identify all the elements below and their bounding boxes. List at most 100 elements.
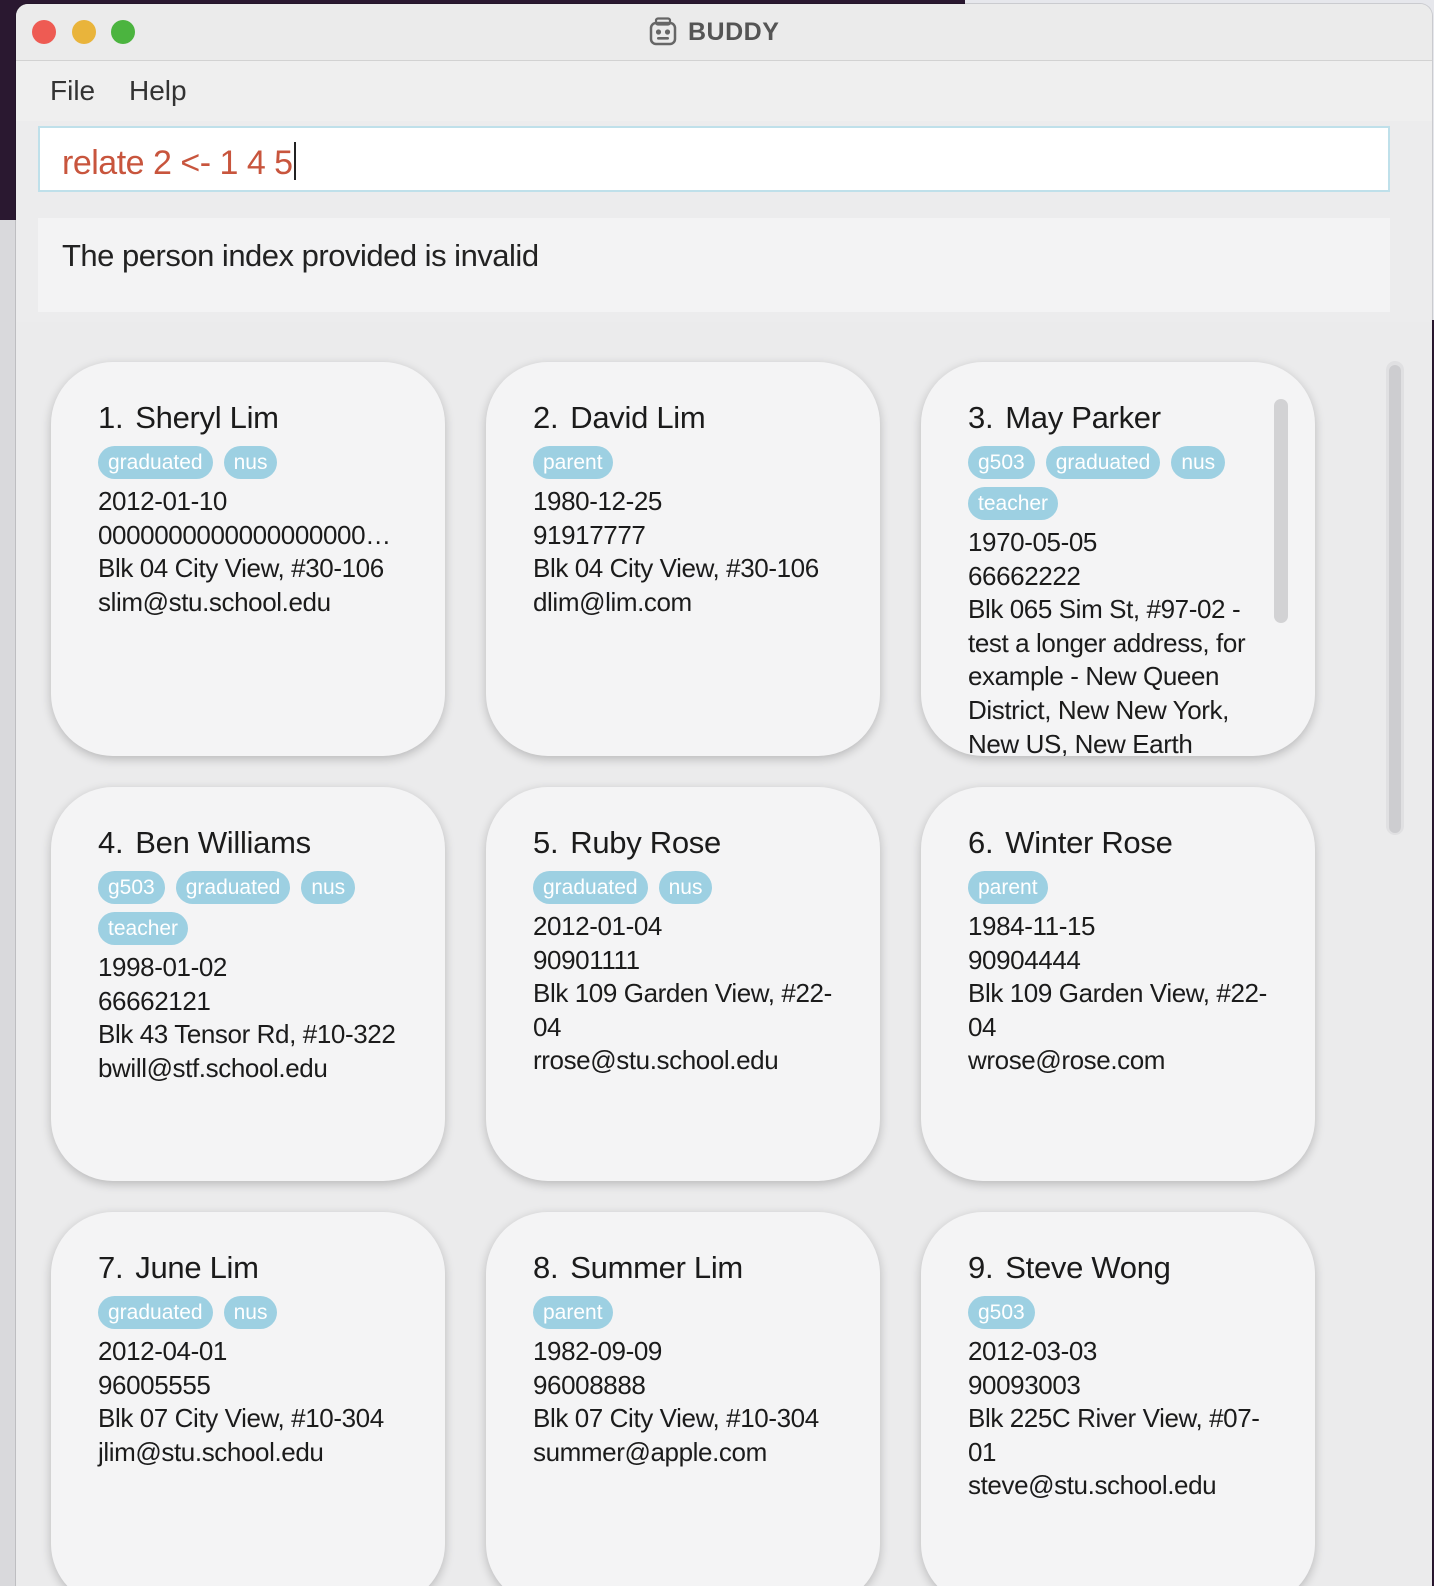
tag-badge: parent [533,446,613,479]
tag-list: graduated nus [533,871,829,904]
email-field: dlim@lim.com [533,586,692,617]
menu-bar: File Help [16,61,1432,121]
address-field: Blk 04 City View, #30-106 [533,553,819,584]
tag-badge: teacher [968,487,1059,520]
person-index: 2. [533,400,559,435]
tag-badge: graduated [533,871,648,904]
person-card[interactable]: 8. Summer Lim parent 1982-09-09 96008888 Blk … [486,1212,880,1586]
person-name: 6. Winter Rose [968,825,1275,861]
birthday-field: 2012-01-04 [533,911,662,941]
email-field: steve@stu.school.edu [968,1470,1217,1501]
close-window-button[interactable] [32,20,56,44]
tag-badge: parent [968,871,1048,904]
person-card[interactable]: 4. Ben Williams g503 graduated nus teacher 199… [51,787,445,1181]
tag-badge: nus [658,871,713,904]
person-index: 6. [968,825,994,860]
app-name: BUDDY [688,17,780,46]
title-bar: BUDDY [16,4,1432,61]
person-index: 8. [533,1250,559,1285]
person-name-text: June Lim [135,1250,259,1285]
phone-field: 96008888 [533,1369,646,1400]
tag-list: g503 [968,1296,1264,1329]
address-field: Blk 43 Tensor Rd, #10-322 [98,1019,396,1050]
tag-badge: parent [533,1296,613,1329]
tag-list: g503 graduated nus teacher [968,446,1264,520]
command-input[interactable]: relate 2 <- 1 4 5 [38,126,1390,192]
address-field: Blk 04 City View, #30-106 [98,553,384,584]
tag-badge: graduated [98,1296,213,1329]
person-index: 9. [968,1250,994,1285]
tag-badge: graduated [98,446,213,479]
person-index: 7. [98,1250,124,1285]
text-caret [293,142,296,180]
person-name: 2. David Lim [533,400,840,436]
zoom-window-button[interactable] [111,20,135,44]
birthday-field: 1970-05-05 [968,527,1097,557]
address-field: Blk 109 Garden View, #22-04 [533,978,832,1042]
person-name: 4. Ben Williams [98,825,405,861]
tag-badge: graduated [1045,446,1161,479]
person-name: 3. May Parker [968,400,1275,436]
address-field: Blk 225C River View, #07-01 [968,1403,1260,1467]
address-field: Blk 109 Garden View, #22-04 [968,978,1267,1042]
phone-field: 91917777 [533,519,646,550]
tag-list: g503 graduated nus teacher [98,871,394,945]
person-name-text: Summer Lim [570,1250,743,1285]
person-card[interactable]: 9. Steve Wong g503 2012-03-03 90093003 Blk 22… [921,1212,1315,1586]
card-scrollbar[interactable] [1274,399,1288,623]
email-field: wrose@rose.com [968,1045,1166,1076]
person-index: 4. [98,825,124,860]
birthday-field: 2012-03-03 [968,1336,1097,1366]
tag-list: parent [968,871,1264,904]
address-field: Blk 07 City View, #10-304 [98,1403,384,1434]
list-scrollbar-thumb[interactable] [1389,365,1401,833]
email-field: summer@apple.com [533,1436,767,1467]
birthday-field: 2012-04-01 [98,1336,227,1366]
person-card[interactable]: 3. May Parker g503 graduated nus teacher 1970-… [921,362,1315,756]
birthday-field: 2012-01-10 [98,486,227,516]
tag-badge: g503 [968,446,1035,479]
tag-list: parent [533,446,829,479]
desktop-background-left [0,220,16,1586]
phone-field: 000000000000000000000000000000 [98,519,400,550]
person-index: 5. [533,825,559,860]
tag-badge: g503 [98,871,165,904]
email-field: rrose@stu.school.edu [533,1045,779,1076]
birthday-field: 1980-12-25 [533,486,662,516]
phone-field: 90904444 [968,944,1081,975]
address-field: Blk 065 Sim St, #97-02 - test a longer a… [968,594,1246,756]
person-card[interactable]: 6. Winter Rose parent 1984-11-15 90904444 Blk… [921,787,1315,1181]
tag-badge: nus [223,446,278,479]
menu-help[interactable]: Help [129,75,187,107]
person-name-text: Winter Rose [1005,825,1173,860]
window-title: BUDDY [648,15,779,49]
buddy-app-icon [649,17,677,46]
person-name: 5. Ruby Rose [533,825,840,861]
person-card[interactable]: 2. David Lim parent 1980-12-25 91917777 Blk 0… [486,362,880,756]
person-name-text: Sheryl Lim [135,400,279,435]
person-card[interactable]: 7. June Lim graduated nus 2012-04-01 96005555… [51,1212,445,1586]
person-name: 9. Steve Wong [968,1250,1275,1286]
person-card[interactable]: 5. Ruby Rose graduated nus 2012-01-04 9090111… [486,787,880,1181]
person-name-text: Ben Williams [135,825,311,860]
person-name-text: May Parker [1005,400,1161,435]
person-index: 1. [98,400,124,435]
menu-file[interactable]: File [50,75,95,107]
email-field: jlim@stu.school.edu [98,1436,324,1467]
person-name: 8. Summer Lim [533,1250,840,1286]
tag-list: graduated nus [98,1296,394,1329]
phone-field: 90901111 [533,944,640,975]
email-field: slim@stu.school.edu [98,586,331,617]
phone-field: 90093003 [968,1369,1081,1400]
person-name: 1. Sheryl Lim [98,400,405,436]
tag-list: graduated nus [98,446,394,479]
person-card[interactable]: 1. Sheryl Lim graduated nus 2012-01-10 000000… [51,362,445,756]
command-input-text: relate 2 <- 1 4 5 [62,142,296,183]
phone-field: 66662222 [968,560,1081,591]
address-field: Blk 07 City View, #10-304 [533,1403,819,1434]
email-field: bwill@stf.school.edu [98,1052,328,1083]
tag-badge: nus [301,871,356,904]
minimize-window-button[interactable] [72,20,96,44]
app-window: BUDDY File Help relate 2 <- 1 4 5 The pe… [16,4,1432,1586]
tag-badge: g503 [968,1296,1035,1329]
